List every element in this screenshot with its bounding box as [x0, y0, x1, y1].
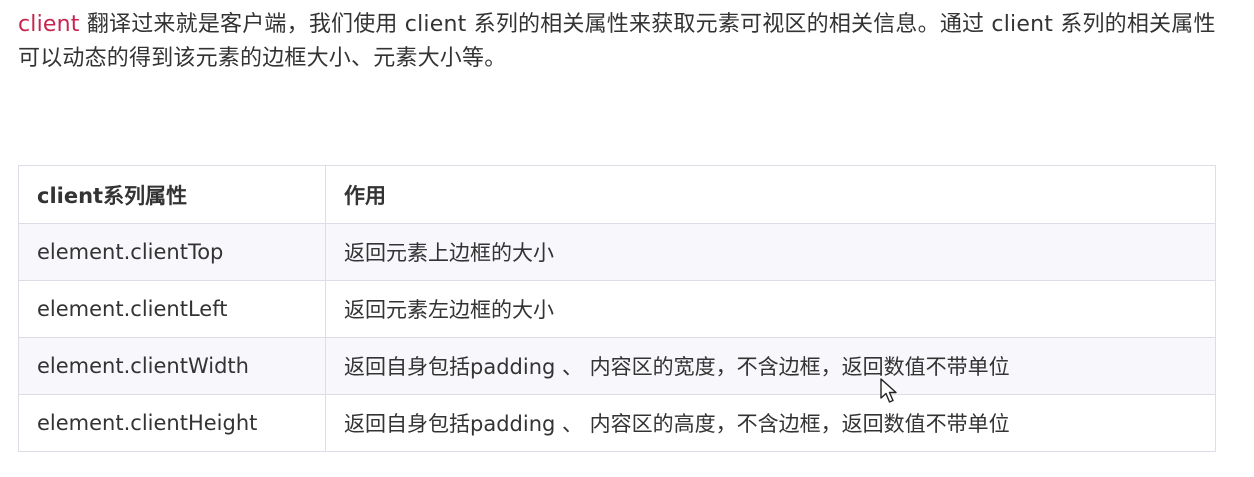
- property-cell: element.clientHeight: [18, 394, 326, 452]
- intro-keyword: client: [18, 12, 80, 37]
- description-cell: 返回自身包括padding 、 内容区的宽度，不含边框，返回数值不带单位: [325, 337, 1216, 395]
- intro-text: 翻译过来就是客户端，我们使用 client 系列的相关属性来获取元素可视区的相关…: [18, 12, 1216, 71]
- intro-paragraph: client 翻译过来就是客户端，我们使用 client 系列的相关属性来获取元…: [18, 8, 1228, 76]
- table-row: element.clientTop 返回元素上边框的大小: [18, 223, 1216, 281]
- header-purpose: 作用: [325, 165, 1216, 224]
- table-row: element.clientHeight 返回自身包括padding 、 内容区…: [18, 394, 1216, 452]
- property-cell: element.clientLeft: [18, 280, 326, 338]
- property-cell: element.clientWidth: [18, 337, 326, 395]
- description-cell: 返回元素上边框的大小: [325, 223, 1216, 281]
- client-properties-table: client系列属性 作用 element.clientTop 返回元素上边框的…: [18, 165, 1216, 452]
- table-row: element.clientWidth 返回自身包括padding 、 内容区的…: [18, 337, 1216, 395]
- table-row: element.clientLeft 返回元素左边框的大小: [18, 280, 1216, 338]
- property-cell: element.clientTop: [18, 223, 326, 281]
- description-cell: 返回自身包括padding 、 内容区的高度，不含边框，返回数值不带单位: [325, 394, 1216, 452]
- description-cell: 返回元素左边框的大小: [325, 280, 1216, 338]
- header-property: client系列属性: [18, 165, 326, 224]
- table-header-row: client系列属性 作用: [18, 165, 1216, 224]
- mouse-pointer-icon: [880, 378, 897, 403]
- page: client 翻译过来就是客户端，我们使用 client 系列的相关属性来获取元…: [0, 0, 1254, 477]
